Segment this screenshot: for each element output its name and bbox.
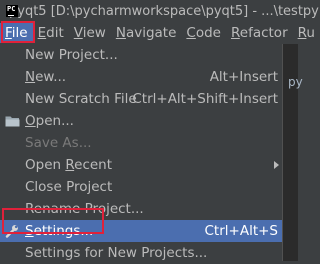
menu-item-label: New... (25, 69, 67, 85)
menu-item-open[interactable]: Open... (0, 110, 282, 132)
menu-refactor[interactable]: Refactor (226, 23, 293, 43)
shortcut-label: Alt+Insert (209, 69, 278, 85)
menu-item-rename-project[interactable]: Rename Project... (0, 198, 282, 220)
menu-item-save-as: Save As... (25, 135, 92, 151)
menu-code[interactable]: Code (181, 23, 226, 43)
menu-item-label: Open Recent (25, 157, 113, 173)
editor-area[interactable]: py (283, 44, 303, 261)
window-title: pyqt5 [D:\pycharmworkspace\pyqt5] - ...\… (9, 3, 319, 19)
menu-file[interactable]: File (0, 23, 33, 43)
menu-item-close-project[interactable]: Close Project (0, 176, 282, 198)
menu-run[interactable]: Ru (293, 23, 320, 43)
folder-icon (5, 116, 20, 127)
wrench-icon (5, 225, 18, 238)
menu-edit[interactable]: Edit (33, 23, 69, 43)
shortcut-label: Ctrl+Alt+Shift+Insert (132, 91, 278, 107)
menu-item-open-recent[interactable]: Open Recent (0, 154, 282, 176)
menu-item-settings[interactable]: Settings... Ctrl+Alt+S (0, 220, 282, 242)
menu-item-label: Open... (25, 113, 74, 129)
menu-item-new-project[interactable]: New Project... (0, 44, 282, 66)
menu-navigate[interactable]: Navigate (111, 23, 182, 43)
menu-item-label: Settings... (25, 223, 94, 239)
menu-item-new[interactable]: New... Alt+Insert (0, 66, 282, 88)
submenu-arrow-icon (274, 161, 279, 169)
file-dropdown-menu: New Project... New... Alt+Insert New Scr… (0, 44, 283, 261)
editor-text: py (288, 75, 303, 89)
title-bar: PC pyqt5 [D:\pycharmworkspace\pyqt5] - .… (0, 0, 319, 22)
menu-view[interactable]: View (69, 23, 111, 43)
shortcut-label: Ctrl+Alt+S (204, 223, 279, 239)
menu-bar: File Edit View Navigate Code Refactor Ru (0, 22, 315, 44)
menu-item-new-scratch-file[interactable]: New Scratch File Ctrl+Alt+Shift+Insert (0, 88, 282, 110)
